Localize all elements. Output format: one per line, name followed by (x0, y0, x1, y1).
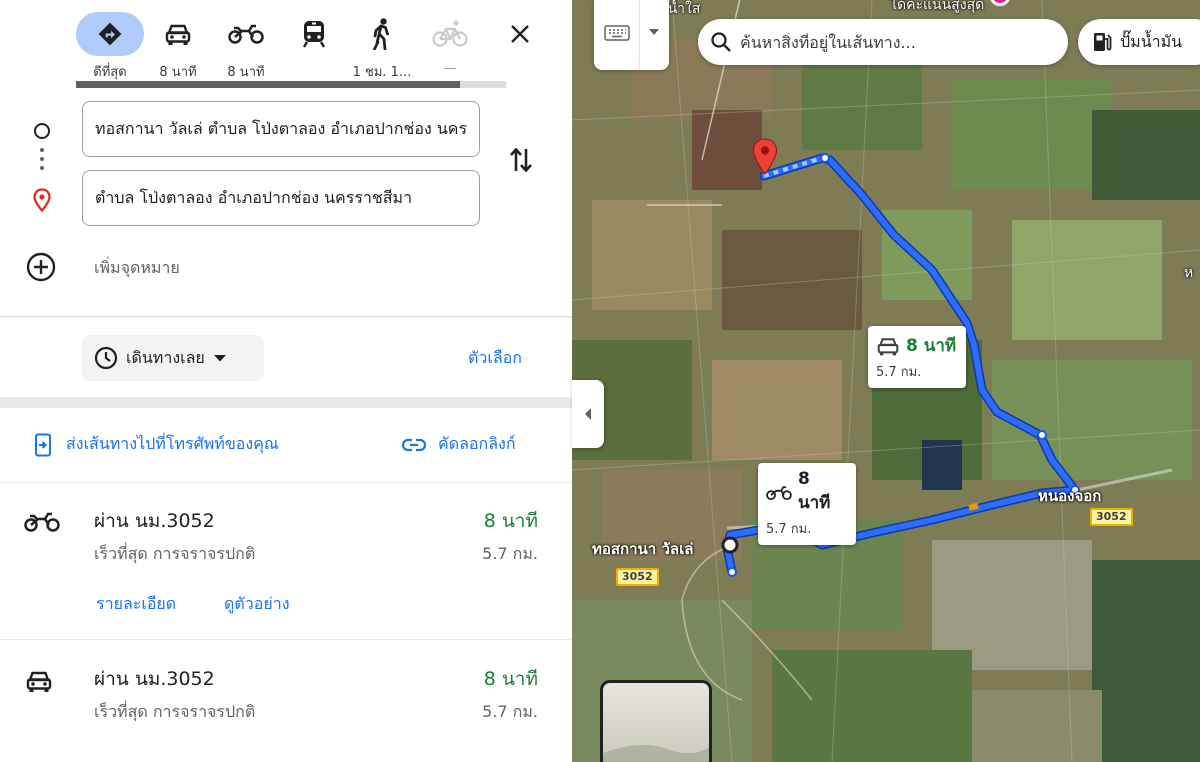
link-icon (402, 438, 426, 451)
search-icon (711, 32, 731, 52)
along-route-search-input[interactable] (740, 32, 1050, 52)
mode-walk-label: 1 ชม. 1... (352, 65, 412, 80)
origin-input[interactable] (82, 101, 480, 157)
origin-place-label[interactable]: ทอสกานา วัลเล่ (592, 537, 693, 561)
car-icon (877, 337, 899, 355)
copy-link-button[interactable]: คัดลอกลิงก์ (402, 432, 516, 457)
mode-best-label: ดีที่สุด (93, 65, 127, 80)
directions-icon (76, 12, 144, 56)
mode-motorbike-label: 8 นาที (227, 65, 265, 80)
map-place-label: ได้คะแนนสูงสุด (890, 0, 985, 13)
mode-drive-label: 8 นาที (159, 65, 197, 80)
route-duration: 8 นาที (483, 510, 538, 532)
bike-bubble-distance: 5.7 กม. (766, 522, 812, 537)
destination-input[interactable] (82, 170, 480, 226)
travel-mode-bar: ดีที่สุด 8 นาที 8 นาที 1 ชม. 1... — (0, 0, 572, 84)
divider (0, 482, 572, 483)
car-bubble-time: 8 นาที (906, 336, 957, 356)
gas-station-icon (1094, 33, 1112, 51)
depart-time-dropdown[interactable]: เดินทางเลย (82, 335, 264, 381)
close-directions-button[interactable] (500, 14, 540, 54)
send-to-phone-link[interactable]: ส่งเส้นทางไปที่โทรศัพท์ของคุณ (34, 432, 279, 457)
mode-scroll-thumb[interactable] (76, 81, 460, 88)
gas-station-label: ปั๊มน้ำมัน (1120, 31, 1183, 51)
add-destination-button[interactable] (26, 252, 56, 282)
map-view[interactable]: 8 นาที 5.7 กม. 8 นาที 5.7 กม. สระน้ำใส ไ… (572, 0, 1200, 762)
mode-transit[interactable] (280, 12, 348, 80)
motorbike-icon (212, 12, 280, 56)
caret-down-icon (213, 355, 226, 362)
motorbike-route-bubble[interactable]: 8 นาที 5.7 กม. (758, 463, 856, 545)
add-destination-label[interactable]: เพิ่มจุดหมาย (94, 256, 180, 281)
train-icon (280, 12, 348, 56)
clock-icon (94, 346, 118, 370)
street-view-thumbnail[interactable] (600, 680, 712, 762)
map-place-label: ห (1184, 265, 1194, 281)
route-distance: 5.7 กม. (482, 702, 538, 721)
gas-station-chip[interactable]: ปั๊มน้ำมัน (1078, 19, 1200, 65)
bike-bubble-time: 8 นาที (797, 469, 831, 513)
mode-walk[interactable]: 1 ชม. 1... (348, 12, 416, 80)
road-shield-3052: 3052 (616, 568, 659, 586)
divider (0, 316, 572, 317)
nong-chok-label[interactable]: หนองจอก (1038, 484, 1101, 508)
copy-link-label: คัดลอกลิงก์ (438, 434, 516, 453)
route-description: เร็วที่สุด การจราจรปกติ (94, 544, 256, 563)
route-description: เร็วที่สุด การจราจรปกติ (94, 702, 256, 721)
swap-endpoints-button[interactable] (504, 142, 538, 178)
car-bubble-distance: 5.7 กม. (876, 365, 922, 380)
depart-time-label: เดินทางเลย (126, 347, 205, 367)
mode-motorbike[interactable]: 8 นาที (212, 12, 280, 80)
divider (0, 639, 572, 640)
mode-bicycle[interactable]: — (416, 12, 484, 80)
route-distance: 5.7 กม. (482, 544, 538, 563)
swap-icon (510, 147, 532, 173)
destination-map-pin-icon[interactable] (752, 138, 778, 176)
mode-drive[interactable]: 8 นาที (144, 12, 212, 80)
route-via: ผ่าน นม.3052 (94, 510, 215, 532)
collapse-panel-button[interactable] (572, 380, 604, 448)
caret-down-icon (649, 29, 659, 35)
route-option-motorbike[interactable]: ผ่าน นม.3052 8 นาที เร็วที่สุด การจราจรป… (0, 500, 572, 638)
along-route-search[interactable] (698, 19, 1068, 65)
route-duration: 8 นาที (483, 668, 538, 690)
directions-panel: ดีที่สุด 8 นาที 8 นาที 1 ชม. 1... — ทอสก… (0, 0, 572, 762)
car-route-bubble[interactable]: 8 นาที 5.7 กม. (868, 326, 966, 388)
route-option-car[interactable]: ผ่าน นม.3052 8 นาที เร็วที่สุด การจราจรป… (0, 658, 572, 758)
car-icon (144, 12, 212, 56)
route-via: ผ่าน นม.3052 (94, 668, 215, 690)
mode-bicycle-label: — (443, 61, 457, 76)
mode-best[interactable]: ดีที่สุด (76, 12, 144, 80)
route-details-link[interactable]: รายละเอียด (96, 592, 176, 617)
close-icon (511, 25, 529, 43)
road-shield-3052: 3052 (1090, 508, 1133, 526)
chevron-left-icon (585, 408, 591, 420)
walk-icon (348, 12, 416, 56)
destination-pin-icon (30, 188, 54, 212)
motorbike-icon (766, 485, 792, 500)
keyboard-icon (604, 25, 630, 41)
route-dots (39, 148, 45, 175)
route-preview-link[interactable]: ดูตัวอย่าง (224, 592, 290, 617)
add-circle-icon (26, 252, 56, 282)
share-row: ส่งเส้นทางไปที่โทรศัพท์ของคุณ คัดลอกลิงก… (0, 418, 572, 476)
motorbike-icon (24, 510, 60, 540)
origin-circle-icon (30, 119, 54, 143)
send-to-phone-icon (35, 433, 51, 456)
section-divider (0, 397, 572, 408)
options-link[interactable]: ตัวเลือก (468, 346, 522, 371)
input-tools-button[interactable] (594, 0, 669, 70)
car-icon (24, 668, 60, 698)
bicycle-icon (416, 12, 484, 56)
send-to-phone-label: ส่งเส้นทางไปที่โทรศัพท์ของคุณ (66, 434, 279, 453)
